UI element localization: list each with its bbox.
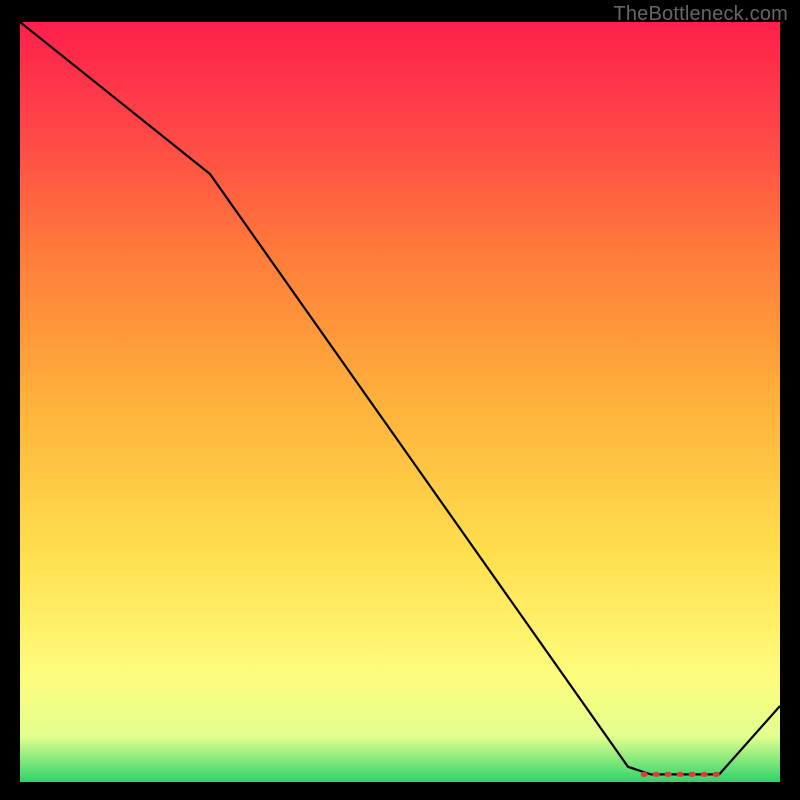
heatmap-background [20,22,780,782]
plot-area [20,22,780,782]
chart-frame: TheBottleneck.com [0,0,800,800]
chart-svg [20,22,780,782]
watermark-text: TheBottleneck.com [613,3,788,26]
